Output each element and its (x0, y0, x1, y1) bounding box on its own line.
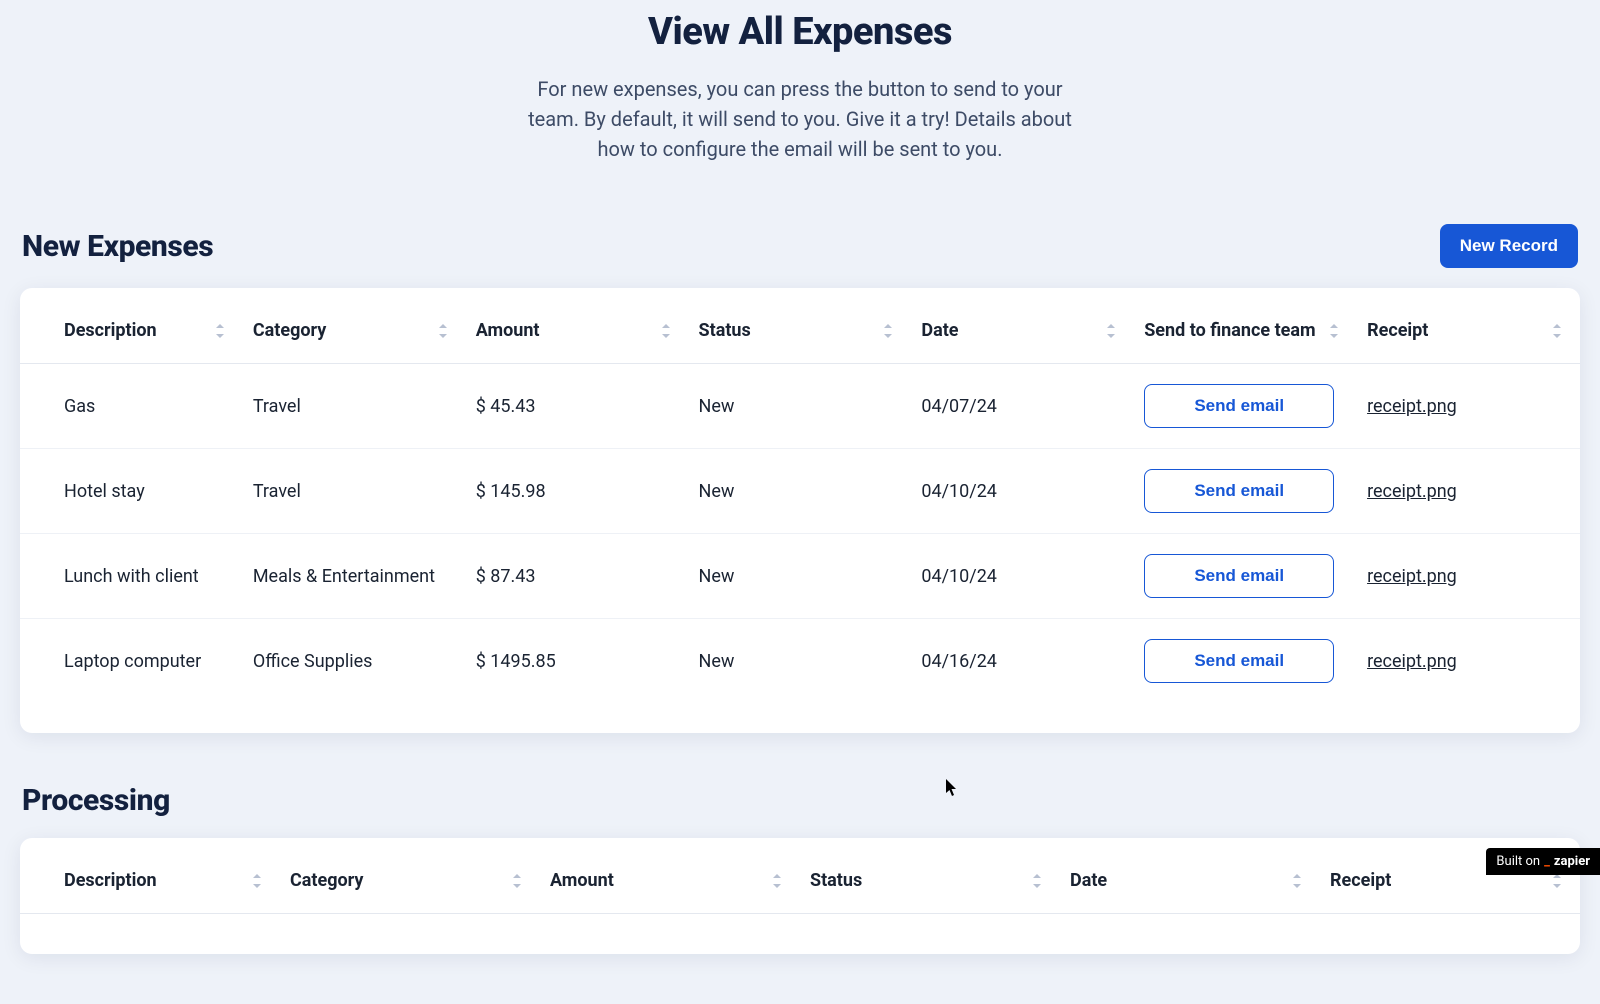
sort-icon[interactable] (1329, 323, 1339, 339)
sort-icon[interactable] (215, 323, 225, 339)
column-header-label: Category (253, 320, 326, 341)
cell-description: Lunch with client (20, 534, 243, 619)
column-header-receipt[interactable]: Receipt (1357, 298, 1580, 364)
column-header-label: Status (699, 320, 751, 341)
column-header-category[interactable]: Category (243, 298, 466, 364)
cell-description: Laptop computer (20, 619, 243, 704)
column-header-label: Status (810, 870, 862, 891)
cell-amount: $ 1495.85 (466, 619, 689, 704)
table-row: Laptop computer Office Supplies $ 1495.8… (20, 619, 1580, 704)
receipt-link[interactable]: receipt.png (1367, 651, 1457, 672)
section-title-new-expenses: New Expenses (22, 229, 213, 264)
cell-status: New (689, 619, 912, 704)
column-header-status[interactable]: Status (800, 848, 1060, 914)
section-title-processing: Processing (22, 783, 170, 818)
column-header-status[interactable]: Status (689, 298, 912, 364)
new-expenses-table-card: Description Category Amount Status (20, 288, 1580, 733)
cell-date: 04/10/24 (911, 534, 1134, 619)
column-header-label: Send to finance team (1144, 320, 1315, 341)
cell-date: 04/07/24 (911, 364, 1134, 449)
column-header-label: Date (1070, 870, 1107, 891)
processing-table-card: Description Category Amount Status (20, 838, 1580, 954)
cell-description: Gas (20, 364, 243, 449)
send-email-button[interactable]: Send email (1144, 384, 1334, 428)
table-row: Lunch with client Meals & Entertainment … (20, 534, 1580, 619)
column-header-label: Receipt (1367, 320, 1428, 341)
cell-category: Travel (243, 364, 466, 449)
column-header-description[interactable]: Description (20, 848, 280, 914)
new-record-button[interactable]: New Record (1440, 224, 1578, 268)
receipt-link[interactable]: receipt.png (1367, 481, 1457, 502)
processing-table: Description Category Amount Status (20, 848, 1580, 914)
send-email-button[interactable]: Send email (1144, 469, 1334, 513)
send-email-button[interactable]: Send email (1144, 554, 1334, 598)
column-header-label: Date (921, 320, 958, 341)
cell-date: 04/10/24 (911, 449, 1134, 534)
cell-description: Hotel stay (20, 449, 243, 534)
column-header-label: Description (64, 320, 157, 341)
cell-category: Meals & Entertainment (243, 534, 466, 619)
zapier-logo-text: zapier (1554, 854, 1590, 869)
badge-prefix: Built on (1496, 854, 1540, 869)
cell-amount: $ 45.43 (466, 364, 689, 449)
cell-status: New (689, 364, 912, 449)
column-header-amount[interactable]: Amount (540, 848, 800, 914)
sort-icon[interactable] (438, 323, 448, 339)
table-row: Hotel stay Travel $ 145.98 New 04/10/24 … (20, 449, 1580, 534)
sort-icon[interactable] (1106, 323, 1116, 339)
cell-category: Travel (243, 449, 466, 534)
column-header-label: Amount (550, 870, 614, 891)
column-header-send[interactable]: Send to finance team (1134, 298, 1357, 364)
column-header-label: Category (290, 870, 363, 891)
cell-date: 04/16/24 (911, 619, 1134, 704)
receipt-link[interactable]: receipt.png (1367, 396, 1457, 417)
column-header-date[interactable]: Date (1060, 848, 1320, 914)
sort-icon[interactable] (883, 323, 893, 339)
sort-icon[interactable] (661, 323, 671, 339)
page-subtitle: For new expenses, you can press the butt… (520, 74, 1080, 164)
sort-icon[interactable] (1552, 323, 1562, 339)
column-header-description[interactable]: Description (20, 298, 243, 364)
cell-status: New (689, 534, 912, 619)
page-title: View All Expenses (350, 10, 1250, 54)
cell-category: Office Supplies (243, 619, 466, 704)
table-row: Gas Travel $ 45.43 New 04/07/24 Send ema… (20, 364, 1580, 449)
column-header-label: Amount (476, 320, 540, 341)
built-on-zapier-badge[interactable]: Built on _ zapier (1486, 848, 1600, 875)
cell-status: New (689, 449, 912, 534)
receipt-link[interactable]: receipt.png (1367, 566, 1457, 587)
new-expenses-table: Description Category Amount Status (20, 298, 1580, 703)
column-header-category[interactable]: Category (280, 848, 540, 914)
cell-amount: $ 145.98 (466, 449, 689, 534)
cell-amount: $ 87.43 (466, 534, 689, 619)
column-header-date[interactable]: Date (911, 298, 1134, 364)
column-header-amount[interactable]: Amount (466, 298, 689, 364)
column-header-label: Description (64, 870, 157, 891)
zapier-logo-underscore: _ (1544, 854, 1550, 869)
column-header-label: Receipt (1330, 870, 1391, 891)
send-email-button[interactable]: Send email (1144, 639, 1334, 683)
